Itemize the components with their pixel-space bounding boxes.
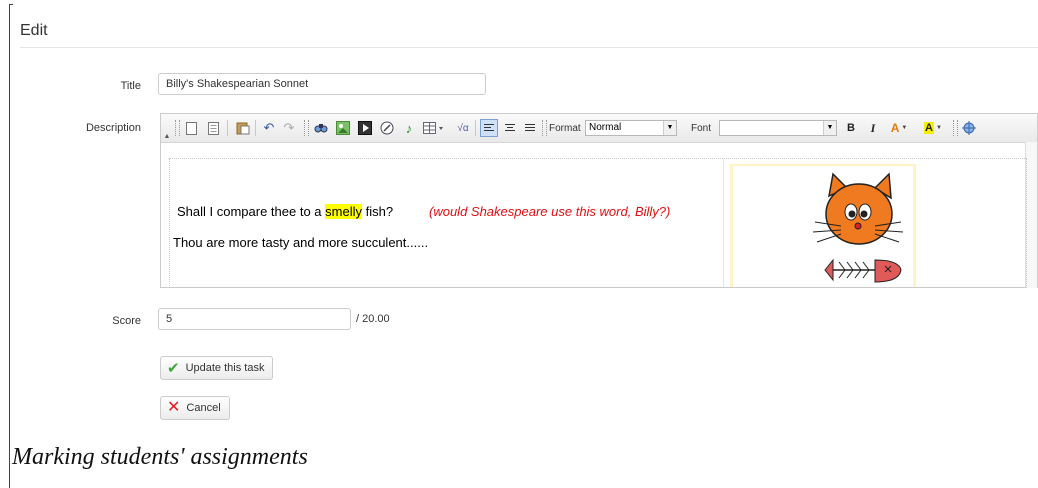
highlighted-word: smelly [325,204,362,219]
toolbar-grip [953,120,958,136]
sonnet-line-2: Thou are more tasty and more succulent..… [173,235,429,250]
chevron-down-icon: ▼ [823,121,836,135]
link-icon[interactable] [379,120,395,136]
sonnet-line-1: Shall I compare thee to a smelly fish? [177,204,393,219]
bold-icon[interactable]: B [843,120,859,136]
toolbar-grip [175,120,180,136]
score-label: Score [112,315,141,327]
flash-icon[interactable] [357,120,373,136]
line1-text-end: fish? [362,204,394,219]
editor-content[interactable]: Shall I compare thee to a smelly fish? (… [169,158,1027,288]
score-max: / 20.00 [356,313,390,325]
toolbar-grip [542,120,547,136]
rich-text-editor[interactable]: ▲ ↶ ↷ ♪ √α Format Normal ▼ Font ▼ B I A … [160,113,1038,288]
find-icon[interactable] [313,120,329,136]
background-color-icon: A [924,122,934,134]
editor-toolbar: ▲ ↶ ↷ ♪ √α Format Normal ▼ Font ▼ B I A … [161,114,1037,143]
collapse-toolbar-icon[interactable]: ▲ [163,132,171,140]
title-label: Title [120,80,141,92]
frame-corner-tick [9,4,13,5]
chevron-down-icon: ▼ [901,125,908,131]
update-task-label: Update this task [185,362,265,374]
cancel-button[interactable]: ✕ Cancel [160,396,230,420]
align-center-icon[interactable] [502,120,518,136]
close-icon: ✕ [167,399,181,416]
update-task-button[interactable]: ✔ Update this task [160,356,274,380]
toolbar-separator [227,120,228,136]
font-label: Font [691,123,712,134]
description-label: Description [85,122,141,134]
new-page-icon[interactable] [183,120,199,136]
text-color-button[interactable]: A ▼ [887,120,911,136]
cat-eating-fish-icon [812,172,904,283]
toolbar-grip [304,120,309,136]
checkmark-icon: ✔ [167,359,180,377]
score-input[interactable]: 5 [158,308,351,330]
image-icon[interactable] [335,120,351,136]
text-color-icon: A [890,121,900,135]
frame-left-border [9,4,10,432]
align-justify-icon[interactable] [522,120,538,136]
toolbar-separator [255,120,256,136]
maximize-icon[interactable] [961,120,977,136]
line1-text-start: Shall I compare thee to a [177,204,326,219]
title-input[interactable]: Billy's Shakespearian Sonnet [158,73,486,95]
toolbar-separator [475,120,476,136]
audio-icon[interactable]: ♪ [401,120,417,136]
chevron-down-icon: ▼ [663,121,676,135]
score-input-value: 5 [166,313,173,325]
templates-icon[interactable] [205,120,221,136]
cat-fish-image [730,164,916,287]
table-icon[interactable] [423,120,445,136]
redo-icon[interactable]: ↷ [281,120,297,136]
background-color-button[interactable]: A ▼ [921,120,945,136]
format-select[interactable]: Normal ▼ [585,120,677,136]
column-divider [723,159,724,287]
caption-border [9,430,10,488]
undo-icon[interactable]: ↶ [261,120,277,136]
format-label: Format [549,123,581,134]
chevron-down-icon: ▼ [936,125,942,131]
cancel-label: Cancel [186,402,221,414]
format-select-value: Normal [589,122,622,133]
italic-icon[interactable]: I [865,120,881,136]
title-input-value: Billy's Shakespearian Sonnet [166,78,309,90]
paste-icon[interactable] [235,120,251,136]
section-title: Edit [20,22,48,39]
align-left-icon[interactable] [480,119,498,137]
font-select[interactable]: ▼ [719,120,837,136]
teacher-comment: (would Shakespeare use this word, Billy?… [429,204,671,219]
math-formula-icon[interactable]: √α [453,120,473,136]
section-divider [20,47,1038,48]
figure-caption: Marking students' assignments [12,444,308,470]
